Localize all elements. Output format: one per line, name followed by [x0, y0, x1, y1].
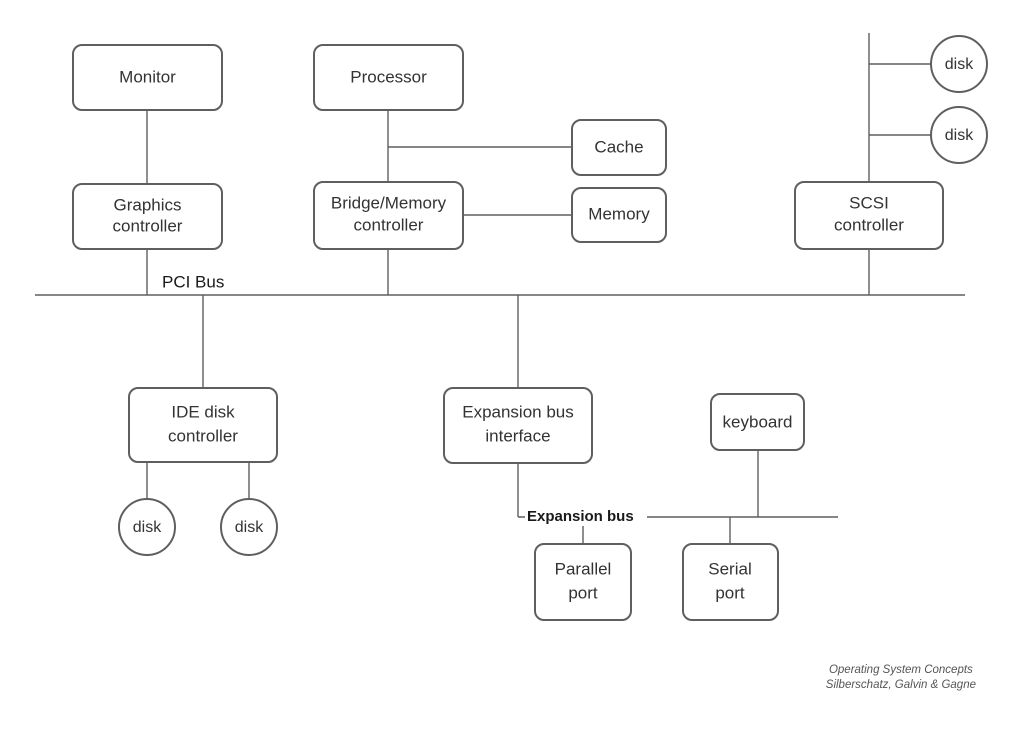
- expansion-bus-interface-label-line2: interface: [485, 426, 550, 445]
- serial-port-label-line2: port: [715, 583, 745, 602]
- node-memory[interactable]: Memory: [571, 187, 667, 243]
- attribution-line-1: Operating System Concepts: [828, 664, 973, 676]
- architecture-diagram: PCI Bus Expansion bus Monitor Graphics c…: [35, 33, 988, 621]
- ide-disk-controller-box[interactable]: [128, 387, 278, 463]
- bridge-memory-controller-label-line2: controller: [354, 215, 424, 234]
- scsi-disk-2-label: disk: [945, 127, 974, 144]
- keyboard-label: keyboard: [723, 412, 793, 431]
- parallel-port-box[interactable]: [534, 543, 632, 621]
- pci-bus-group: PCI Bus: [35, 272, 965, 296]
- connector-group: [146, 33, 931, 544]
- ide-disk-2-label: disk: [235, 519, 264, 536]
- node-parallel-port[interactable]: Parallel port: [534, 543, 632, 621]
- graphics-controller-label-line1: Graphics: [113, 195, 181, 214]
- node-bridge-memory-controller[interactable]: Bridge/Memory controller: [313, 181, 464, 250]
- scsi-controller-label-line1: SCSI: [849, 193, 889, 212]
- attribution-line-2: Silberschatz, Galvin & Gagne: [825, 679, 976, 691]
- scsi-disk-1-label: disk: [945, 56, 974, 73]
- attribution-block: Operating System Concepts Silberschatz, …: [826, 663, 976, 693]
- node-processor[interactable]: Processor: [313, 44, 464, 111]
- parallel-port-label-line1: Parallel: [555, 559, 612, 578]
- bridge-memory-controller-label-line1: Bridge/Memory: [331, 193, 447, 212]
- node-monitor[interactable]: Monitor: [72, 44, 223, 111]
- expansion-bus-interface-label-line1: Expansion bus: [462, 402, 574, 421]
- node-expansion-bus-interface[interactable]: Expansion bus interface: [443, 387, 593, 464]
- node-ide-disk-2[interactable]: disk: [220, 498, 278, 556]
- node-scsi-disk-2[interactable]: disk: [930, 106, 988, 164]
- serial-port-label-line1: Serial: [708, 559, 751, 578]
- node-scsi-disk-1[interactable]: disk: [930, 35, 988, 93]
- node-ide-disk-controller[interactable]: IDE disk controller: [128, 387, 278, 463]
- node-keyboard[interactable]: keyboard: [710, 393, 805, 451]
- ide-disk-1-label: disk: [133, 519, 162, 536]
- serial-port-box[interactable]: [682, 543, 779, 621]
- cache-label: Cache: [594, 137, 643, 156]
- node-cache[interactable]: Cache: [571, 119, 667, 176]
- node-serial-port[interactable]: Serial port: [682, 543, 779, 621]
- node-scsi-controller[interactable]: SCSI controller: [794, 181, 944, 250]
- diagram-canvas: PCI Bus Expansion bus Monitor Graphics c…: [0, 0, 1024, 749]
- monitor-label: Monitor: [119, 67, 176, 86]
- expansion-bus-label: Expansion bus: [527, 508, 634, 525]
- processor-label: Processor: [350, 67, 427, 86]
- node-graphics-controller[interactable]: Graphics controller: [72, 183, 223, 250]
- ide-disk-controller-label-line2: controller: [168, 426, 238, 445]
- parallel-port-label-line2: port: [568, 583, 598, 602]
- pci-bus-label: PCI Bus: [162, 272, 224, 291]
- graphics-controller-label-line2: controller: [113, 216, 183, 235]
- expansion-bus-group: Expansion bus: [518, 508, 838, 526]
- memory-label: Memory: [588, 204, 650, 223]
- scsi-controller-label-line2: controller: [834, 215, 904, 234]
- node-ide-disk-1[interactable]: disk: [118, 498, 176, 556]
- ide-disk-controller-label-line1: IDE disk: [171, 402, 235, 421]
